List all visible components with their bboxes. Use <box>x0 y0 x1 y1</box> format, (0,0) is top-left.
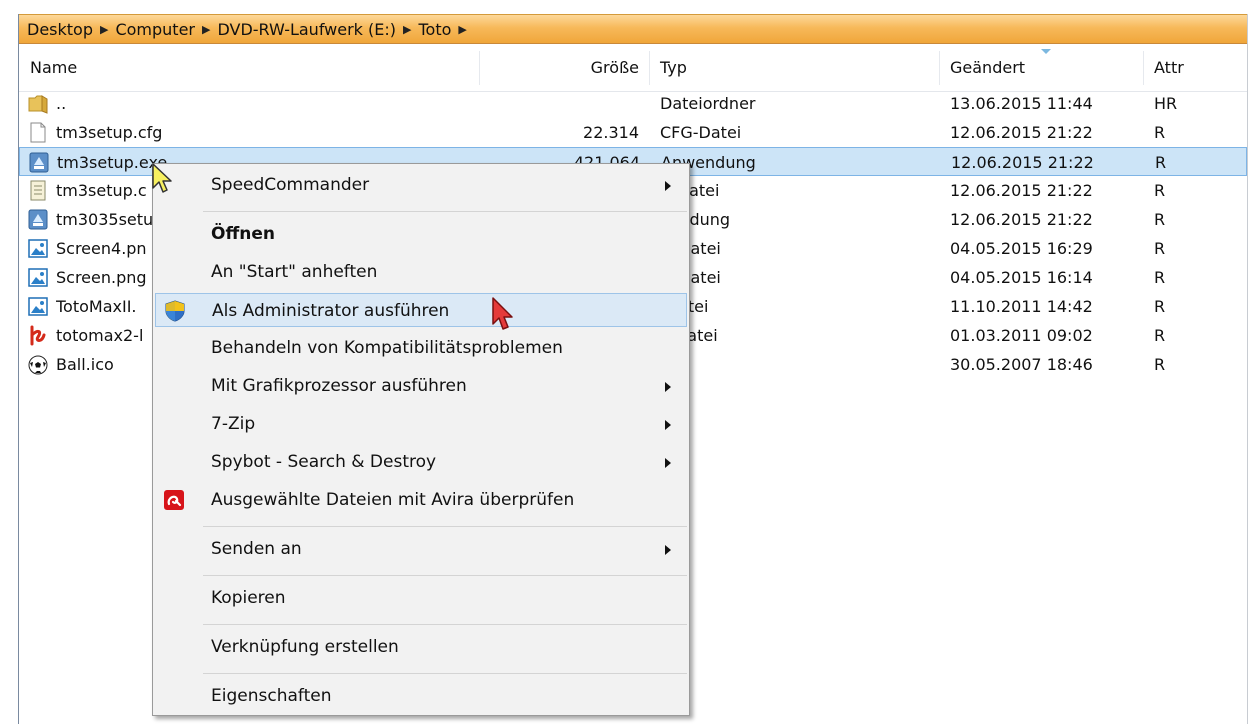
menu-item-senden-an[interactable]: Senden an <box>155 532 687 566</box>
file-attr: R <box>1154 297 1166 316</box>
file-type: Dateiordner <box>660 94 756 113</box>
file-modified: 12.06.2015 21:22 <box>951 153 1094 172</box>
menu-separator <box>203 673 687 674</box>
menu-separator <box>203 211 687 212</box>
menu-item-label: Als Administrator ausführen <box>212 301 450 321</box>
file-attr: R <box>1155 153 1167 172</box>
file-type: CFG-Datei <box>660 123 742 142</box>
column-divider[interactable] <box>649 51 650 85</box>
folder-icon <box>28 93 48 114</box>
menu-item-verkn-pfung-erstellen[interactable]: Verknüpfung erstellen <box>155 630 687 664</box>
menu-item-ausgew-hlte-dateien-mit-avira-berpr-fen[interactable]: Ausgewählte Dateien mit Avira überprüfen <box>155 483 687 517</box>
menu-item-an-start-anheften[interactable]: An "Start" anheften <box>155 255 687 289</box>
file-modified: 30.05.2007 18:46 <box>950 355 1093 374</box>
menu-item-label: 7-Zip <box>211 414 256 434</box>
menu-item-7-zip[interactable]: 7-Zip <box>155 407 687 441</box>
chevron-right-icon[interactable]: ▶ <box>100 23 108 36</box>
file-size: 22.314 <box>583 123 639 142</box>
menu-item-als-administrator-ausf-hren[interactable]: Als Administrator ausführen <box>155 293 687 327</box>
file-name: .. <box>56 94 67 113</box>
menu-separator <box>203 624 687 625</box>
menu-item-mit-grafikprozessor-ausf-hren[interactable]: Mit Grafikprozessor ausführen <box>155 369 687 403</box>
file-modified: 04.05.2015 16:14 <box>950 268 1093 287</box>
file-modified: 12.06.2015 21:22 <box>950 123 1093 142</box>
menu-item-label: Eigenschaften <box>211 686 332 706</box>
submenu-arrow-icon <box>665 545 671 555</box>
file-modified: 12.06.2015 21:22 <box>950 210 1093 229</box>
column-divider[interactable] <box>479 51 480 85</box>
menu-item-label: SpeedCommander <box>211 175 370 195</box>
menu-item-label: Behandeln von Kompatibilitätsproblemen <box>211 338 563 358</box>
menu-item-label: Ausgewählte Dateien mit Avira überprüfen <box>211 490 575 510</box>
menu-item-label: Verknüpfung erstellen <box>211 637 399 657</box>
menu-item-speedcommander[interactable]: SpeedCommander <box>155 168 687 202</box>
file-attr: R <box>1154 210 1166 229</box>
column-header: Name Größe Typ Geändert Attr <box>19 45 1247 92</box>
breadcrumb-item-computer[interactable]: Computer <box>115 20 195 39</box>
image-icon <box>28 267 48 288</box>
menu-item-label: Mit Grafikprozessor ausführen <box>211 376 467 396</box>
menu-separator <box>203 575 687 576</box>
mouse-cursor-icon <box>492 297 513 330</box>
submenu-arrow-icon <box>665 382 671 392</box>
file-attr: HR <box>1154 94 1178 113</box>
file-icon <box>28 122 48 143</box>
uac-shield-icon <box>164 300 186 322</box>
column-header-type[interactable]: Typ <box>660 45 687 91</box>
avira-icon <box>163 489 185 511</box>
column-header-size[interactable]: Größe <box>579 45 639 91</box>
installer-icon <box>28 209 48 230</box>
file-attr: R <box>1154 268 1166 287</box>
file-row[interactable]: tm3setup.cfg 22.314 CFG-Datei 12.06.2015 21… <box>19 118 1247 147</box>
menu-item-label: An "Start" anheften <box>211 262 378 282</box>
file-attr: R <box>1154 181 1166 200</box>
file-attr: R <box>1154 239 1166 258</box>
menu-item-ffnen[interactable]: Öffnen <box>155 217 687 251</box>
file-modified: 13.06.2015 11:44 <box>950 94 1093 113</box>
menu-separator <box>203 526 687 527</box>
submenu-arrow-icon <box>665 420 671 430</box>
column-header-attr[interactable]: Attr <box>1154 45 1184 91</box>
submenu-arrow-icon <box>665 181 671 191</box>
breadcrumb-item-drive[interactable]: DVD-RW-Laufwerk (E:) <box>217 20 396 39</box>
soccer-ball-icon <box>28 354 48 375</box>
chevron-right-icon[interactable]: ▶ <box>202 23 210 36</box>
config-file-icon <box>28 180 48 201</box>
file-modified: 12.06.2015 21:22 <box>950 181 1093 200</box>
column-header-name[interactable]: Name <box>30 45 77 91</box>
breadcrumb-item-desktop[interactable]: Desktop <box>27 20 93 39</box>
file-name: tm3setup.cfg <box>56 123 163 142</box>
menu-item-spybot-search-destroy[interactable]: Spybot - Search & Destroy <box>155 445 687 479</box>
pdf-icon <box>28 325 48 346</box>
image-icon <box>28 296 48 317</box>
file-attr: R <box>1154 326 1166 345</box>
mouse-cursor-icon <box>152 163 172 193</box>
sort-descending-icon <box>1041 49 1051 54</box>
file-attr: R <box>1154 355 1166 374</box>
breadcrumb-item-toto[interactable]: Toto <box>418 20 451 39</box>
file-modified: 01.03.2011 09:02 <box>950 326 1093 345</box>
column-header-modified[interactable]: Geändert <box>950 45 1025 91</box>
submenu-arrow-icon <box>665 458 671 468</box>
chevron-right-icon[interactable]: ▶ <box>458 23 466 36</box>
menu-item-label: Senden an <box>211 539 302 559</box>
installer-icon <box>29 152 49 173</box>
breadcrumb[interactable]: Desktop ▶ Computer ▶ DVD-RW-Laufwerk (E:… <box>19 14 1247 44</box>
file-modified: 04.05.2015 16:29 <box>950 239 1093 258</box>
file-attr: R <box>1154 123 1166 142</box>
column-divider[interactable] <box>939 51 940 85</box>
menu-item-label: Spybot - Search & Destroy <box>211 452 437 472</box>
menu-item-kopieren[interactable]: Kopieren <box>155 581 687 615</box>
menu-item-behandeln-von-kompatibilit-tsproblemen[interactable]: Behandeln von Kompatibilitätsproblemen <box>155 331 687 365</box>
file-modified: 11.10.2011 14:42 <box>950 297 1093 316</box>
image-icon <box>28 238 48 259</box>
menu-item-eigenschaften[interactable]: Eigenschaften <box>155 679 687 713</box>
file-row[interactable]: .. Dateiordner 13.06.2015 11:44 HR <box>19 89 1247 118</box>
file-size <box>479 89 639 118</box>
column-divider[interactable] <box>1143 51 1144 85</box>
menu-item-label: Kopieren <box>211 588 286 608</box>
context-menu: SpeedCommander Öffnen An "Start" anheften A… <box>152 163 690 716</box>
menu-item-label: Öffnen <box>211 224 275 244</box>
chevron-right-icon[interactable]: ▶ <box>403 23 411 36</box>
